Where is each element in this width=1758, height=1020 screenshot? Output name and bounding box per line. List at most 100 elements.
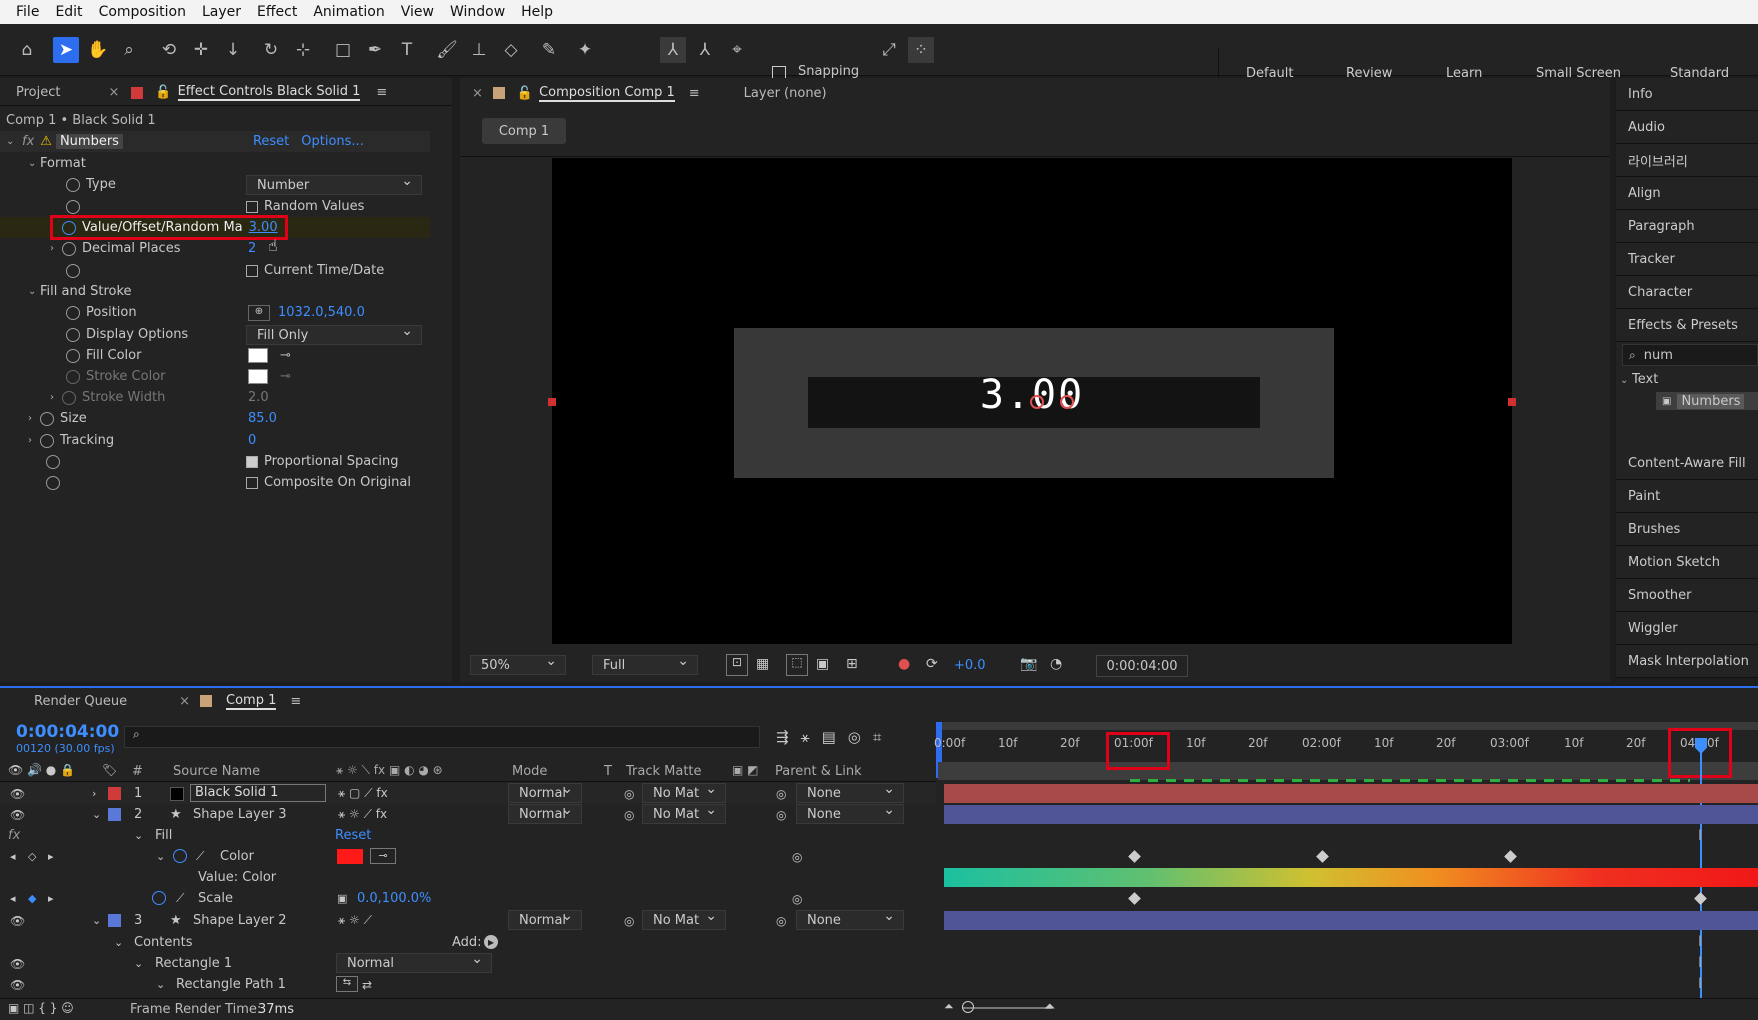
label-color[interactable]	[108, 787, 121, 800]
snap-grid-icon[interactable]: ⁘	[908, 37, 934, 63]
hand-tool-icon[interactable]: ✋	[85, 37, 111, 63]
close-icon[interactable]: ×	[108, 85, 119, 100]
options-link[interactable]: Options...	[301, 134, 364, 149]
eye-icon[interactable]: 👁	[10, 957, 25, 971]
add-content-icon[interactable]: ▸	[484, 935, 498, 949]
dolly-tool-icon[interactable]: ↓	[220, 37, 246, 63]
footer-toggle-icons[interactable]: ▣ ◫ { } ☺	[8, 1001, 74, 1015]
lock-icon[interactable]: 🔓	[517, 86, 533, 101]
axis-world-icon[interactable]: ⅄	[692, 37, 718, 63]
menu-view[interactable]: View	[393, 4, 442, 20]
menu-layer[interactable]: Layer	[194, 4, 249, 20]
frame-blending-icon[interactable]: ◎	[848, 728, 861, 746]
twirl-down-icon[interactable]: ⌄	[28, 286, 40, 297]
stopwatch-icon[interactable]	[40, 411, 54, 426]
reset-link[interactable]: Reset	[253, 134, 289, 149]
eye-icon[interactable]: 👁	[10, 808, 25, 822]
blend-mode-dropdown[interactable]: Normal	[336, 951, 492, 973]
twirl-right-icon[interactable]: ›	[50, 243, 62, 254]
panel-menu-icon[interactable]: ≡	[376, 85, 387, 100]
tab-comp1-timeline[interactable]: Comp 1	[226, 693, 277, 710]
tab-layer[interactable]: Layer (none)	[744, 86, 827, 101]
col-source-name[interactable]: Source Name	[173, 764, 260, 779]
effects-group-text[interactable]: ⌄ Text	[1620, 372, 1658, 387]
eyedropper-icon[interactable]: ⊸	[370, 848, 396, 864]
path-direction-icon[interactable]: ⇆	[336, 976, 358, 992]
add-keyframe-icon[interactable]: ◇	[28, 850, 36, 863]
track-matte-dropdown[interactable]: No Mat	[642, 781, 726, 803]
fx-icon[interactable]: fx	[8, 828, 20, 843]
rotate-tool-icon[interactable]: ↻	[258, 37, 284, 63]
layer-row-1[interactable]: 👁 › 1 Black Solid 1 ⚹ ▢ ⟋ fx Normal ◎ No…	[0, 781, 936, 804]
eraser-tool-icon[interactable]: ◇	[498, 37, 524, 63]
layer-row-2[interactable]: 👁 ⌄ 2 ★ Shape Layer 3 ⚹ ☼ ⟋ fx Normal ◎ …	[0, 802, 936, 825]
twirl-down-icon[interactable]: ⌄	[156, 978, 165, 991]
twirl-down-icon[interactable]: ⌄	[134, 957, 143, 970]
scale-value[interactable]: 0.0,100.0%	[357, 891, 431, 906]
effect-name[interactable]: Numbers	[55, 134, 123, 149]
label-color[interactable]	[108, 808, 121, 821]
exposure-value[interactable]: +0.0	[954, 658, 986, 673]
graph-icon[interactable]: ⟋	[176, 891, 184, 906]
twirl-down-icon[interactable]: ⌄	[92, 914, 101, 927]
eye-icon[interactable]: 👁	[10, 978, 25, 992]
panel-wiggler[interactable]: Wiggler	[1616, 612, 1758, 645]
mode-dropdown[interactable]: Normal	[508, 781, 582, 803]
size-value[interactable]: 85.0	[248, 408, 277, 429]
layer-switches[interactable]: ⚹ ▢ ⟋ fx	[338, 786, 388, 801]
zoom-tool-icon[interactable]: ⌕	[116, 37, 142, 63]
rectangle-path-label[interactable]: Rectangle Path 1	[176, 977, 286, 992]
panel-paint[interactable]: Paint	[1616, 480, 1758, 513]
stopwatch-icon[interactable]	[66, 348, 80, 363]
selection-tool-icon[interactable]: ➤	[53, 37, 79, 63]
layer-name[interactable]: Shape Layer 2	[193, 913, 287, 928]
eye-icon[interactable]: 👁	[10, 914, 25, 928]
close-icon[interactable]: ×	[472, 86, 483, 101]
home-icon[interactable]: ⌂	[14, 37, 40, 63]
layer-bar-2[interactable]	[944, 805, 1758, 824]
twirl-down-icon[interactable]: ⌄	[92, 808, 101, 821]
position-point-icon[interactable]	[1060, 395, 1074, 409]
parent-dropdown[interactable]: None	[796, 908, 904, 930]
resolution-dropdown[interactable]: Full	[592, 653, 698, 675]
twirl-down-icon[interactable]: ⌄	[134, 829, 143, 842]
menu-file[interactable]: File	[8, 4, 47, 20]
stopwatch-icon[interactable]	[173, 849, 187, 863]
axis-local-icon[interactable]: ⅄	[660, 37, 686, 63]
fast-previews-icon[interactable]: ⊡	[726, 654, 748, 676]
expression-icon[interactable]: ◎	[792, 850, 802, 864]
panel-audio[interactable]: Audio	[1616, 111, 1758, 144]
layer-name[interactable]: Shape Layer 3	[193, 807, 287, 822]
track-matte-dropdown[interactable]: No Mat	[642, 802, 726, 824]
layer-handle[interactable]	[1508, 398, 1516, 406]
stopwatch-icon[interactable]	[46, 451, 66, 472]
current-time-checkbox[interactable]: Current Time/Date	[246, 260, 384, 281]
twirl-down-icon[interactable]: ⌄	[6, 136, 18, 147]
brush-tool-icon[interactable]: 🖌	[434, 37, 460, 63]
stopwatch-icon[interactable]	[66, 177, 80, 192]
layer-switches[interactable]: ⚹ ☼ ⟋	[338, 913, 372, 928]
roto-brush-icon[interactable]: ✎	[536, 37, 562, 63]
clone-stamp-icon[interactable]: ⊥	[466, 37, 492, 63]
proportional-spacing-checkbox[interactable]: Proportional Spacing	[246, 451, 399, 472]
random-values-checkbox[interactable]: Random Values	[246, 196, 364, 217]
panel-menu-icon[interactable]: ≡	[290, 694, 301, 709]
position-value[interactable]: ⊕ 1032.0,540.0	[248, 302, 365, 323]
grid-guides-icon[interactable]: ⊞	[846, 656, 858, 672]
twirl-down-icon[interactable]: ⌄	[156, 850, 165, 863]
stopwatch-icon[interactable]	[66, 305, 80, 320]
draft-3d-icon[interactable]: ⚹	[801, 728, 810, 746]
timeline-zoom-slider[interactable]	[962, 1007, 1052, 1009]
twirl-down-icon[interactable]: ⌄	[1620, 375, 1632, 386]
effects-item-numbers[interactable]: ▣ Numbers	[1656, 392, 1758, 410]
eye-icon[interactable]: 👁	[10, 787, 25, 801]
prev-keyframe-icon[interactable]: ◂	[10, 892, 16, 905]
close-icon[interactable]: ×	[179, 694, 190, 709]
viewer-timecode[interactable]: 0:00:04:00	[1096, 655, 1188, 677]
twirl-right-icon[interactable]: ›	[28, 435, 40, 446]
layer-handle[interactable]	[548, 398, 556, 406]
puppet-tool-icon[interactable]: ✦	[572, 37, 598, 63]
panel-effects-presets[interactable]: Effects & Presets	[1616, 309, 1758, 342]
pick-whip-icon[interactable]: ◎	[776, 914, 786, 928]
stopwatch-icon[interactable]	[66, 369, 80, 384]
